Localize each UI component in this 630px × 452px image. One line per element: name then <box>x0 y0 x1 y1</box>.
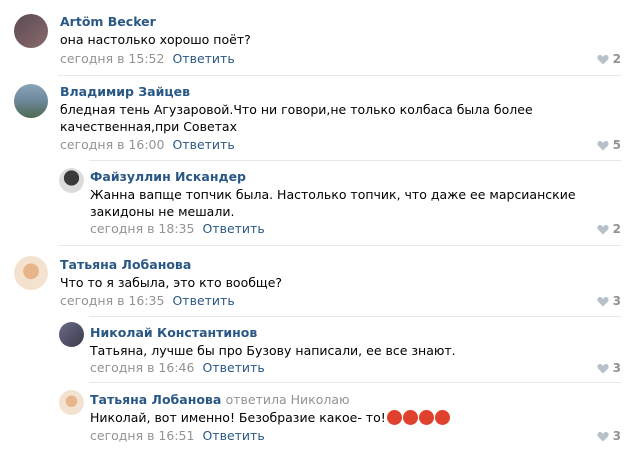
reply-button[interactable]: Ответить <box>172 51 234 66</box>
comment-text: бледная тень Агузаровой.Что ни говори,не… <box>60 102 533 134</box>
like-button[interactable]: 5 <box>597 138 621 152</box>
like-count: 5 <box>612 138 621 152</box>
comment-text: Жанна вапще топчик была. Настолько топчи… <box>90 187 576 219</box>
angry-face-icon <box>402 410 418 425</box>
comment-time[interactable]: сегодня в 15:52 <box>60 51 164 66</box>
avatar[interactable] <box>59 168 84 193</box>
avatar[interactable] <box>59 322 84 347</box>
avatar[interactable] <box>14 256 48 290</box>
angry-face-icon <box>434 410 450 425</box>
like-button[interactable]: 3 <box>597 361 621 375</box>
like-count: 3 <box>612 294 621 308</box>
reply-to-label[interactable]: ответила Николаю <box>226 392 350 407</box>
comment-text: Что то я забыла, это кто вообще? <box>60 275 283 290</box>
comment-time[interactable]: сегодня в 16:35 <box>60 293 164 308</box>
comment-time[interactable]: сегодня в 16:51 <box>90 428 194 443</box>
comment-meta: сегодня в 16:46 Ответить <box>90 360 265 375</box>
divider <box>58 75 621 76</box>
comment-meta: сегодня в 16:51 Ответить <box>90 428 265 443</box>
divider <box>89 382 621 383</box>
comment-author[interactable]: Николай Константинов <box>90 325 257 340</box>
heart-icon <box>597 431 609 441</box>
author-name[interactable]: Татьяна Лобанова <box>90 392 221 407</box>
comment-text: Николай, вот именно! Безобразие какое- т… <box>90 409 620 426</box>
like-count: 2 <box>612 52 621 66</box>
reply-button[interactable]: Ответить <box>202 428 264 443</box>
reply-button[interactable]: Ответить <box>202 360 264 375</box>
angry-face-icon <box>418 410 434 425</box>
comment-time[interactable]: сегодня в 16:00 <box>60 137 164 152</box>
comment-author[interactable]: Владимир Зайцев <box>60 84 190 99</box>
reply-button[interactable]: Ответить <box>172 137 234 152</box>
comment-author[interactable]: Artöm Becker <box>60 14 156 29</box>
comment-time[interactable]: сегодня в 18:35 <box>90 221 194 236</box>
avatar[interactable] <box>14 84 48 118</box>
comment-author[interactable]: Татьяна Лобанова <box>60 257 191 272</box>
like-button[interactable]: 2 <box>597 222 621 236</box>
comment-text: она настолько хорошо поёт? <box>60 32 251 47</box>
comment-text: Татьяна, лучше бы про Бузову написали, е… <box>90 343 456 358</box>
reply-button[interactable]: Ответить <box>172 293 234 308</box>
heart-icon <box>597 224 609 234</box>
like-count: 3 <box>612 361 621 375</box>
heart-icon <box>597 140 609 150</box>
heart-icon <box>597 363 609 373</box>
heart-icon <box>597 54 609 64</box>
divider <box>89 316 621 317</box>
heart-icon <box>597 296 609 306</box>
avatar[interactable] <box>59 390 84 415</box>
comment-meta: сегодня в 16:35 Ответить <box>60 293 235 308</box>
comment-author[interactable]: Файзуллин Искандер <box>90 169 246 184</box>
divider <box>58 245 621 246</box>
comment-meta: сегодня в 18:35 Ответить <box>90 221 265 236</box>
comment-time[interactable]: сегодня в 16:46 <box>90 360 194 375</box>
reply-button[interactable]: Ответить <box>202 221 264 236</box>
like-button[interactable]: 3 <box>597 294 621 308</box>
like-count: 2 <box>612 222 621 236</box>
angry-face-icon <box>386 410 402 425</box>
avatar[interactable] <box>14 14 48 48</box>
like-button[interactable]: 3 <box>597 429 621 443</box>
comment-meta: сегодня в 15:52 Ответить <box>60 51 235 66</box>
divider <box>89 160 621 161</box>
comment-text-content: Николай, вот именно! Безобразие какое- т… <box>90 410 386 425</box>
like-count: 3 <box>612 429 621 443</box>
comment-meta: сегодня в 16:00 Ответить <box>60 137 235 152</box>
like-button[interactable]: 2 <box>597 52 621 66</box>
comment-author[interactable]: Татьяна Лобанова ответила Николаю <box>90 392 350 407</box>
